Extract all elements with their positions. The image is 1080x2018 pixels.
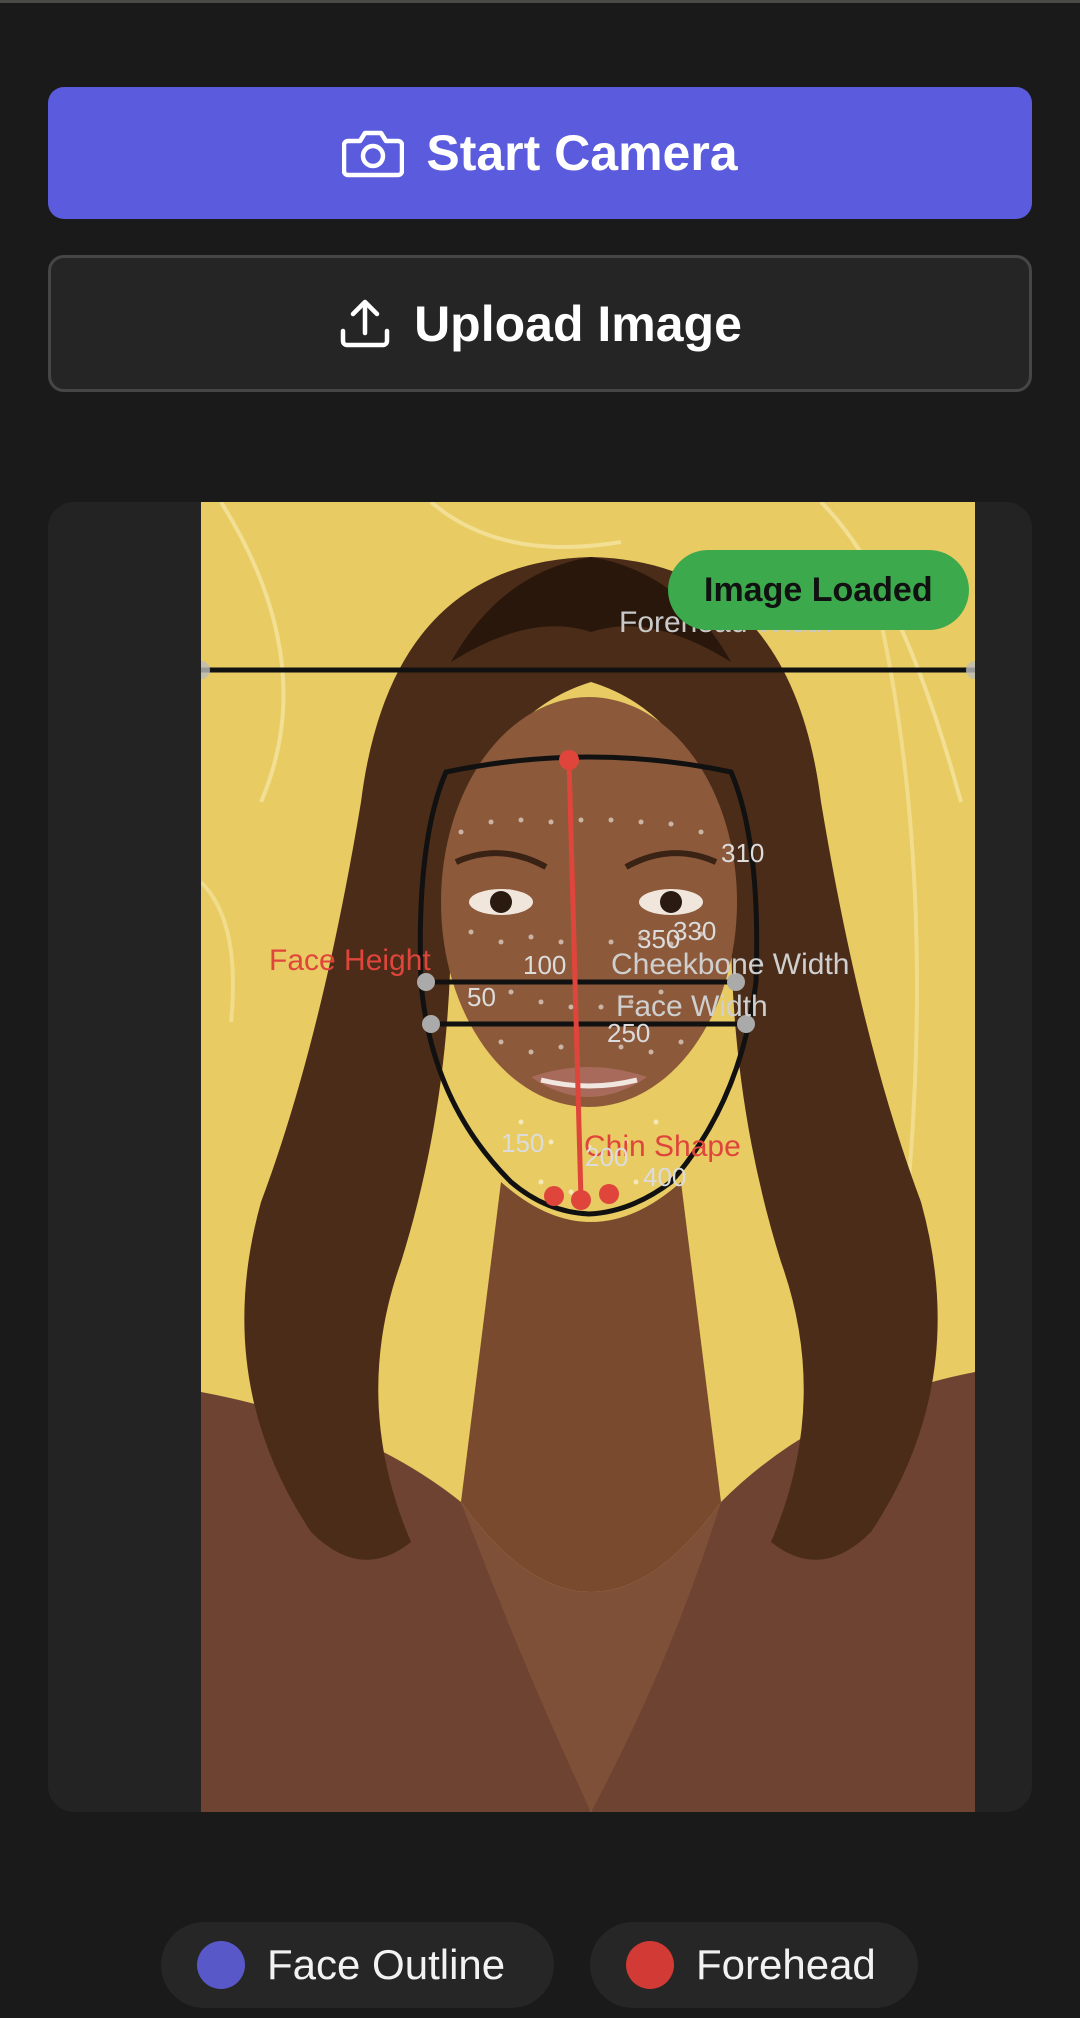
landmark-index-label: 100 [523, 950, 567, 980]
landmark-index-label: 250 [607, 1018, 651, 1048]
legend-item-forehead: Forehead [590, 1922, 918, 2008]
landmark-index-label: 150 [501, 1128, 545, 1158]
uploaded-face-image: Forehead Width Cheekbone Width Face Widt… [201, 502, 975, 1812]
landmark-index-label: 400 [643, 1162, 687, 1192]
image-loaded-badge: Image Loaded [668, 550, 969, 630]
upload-icon [338, 297, 392, 351]
start-camera-label: Start Camera [426, 125, 738, 181]
top-divider [0, 0, 1080, 3]
landmark-index-label: 330 [673, 916, 717, 946]
landmark-index-label: 50 [467, 982, 496, 1012]
face-outline-color-dot [197, 1941, 245, 1989]
image-preview-card: Forehead Width Cheekbone Width Face Widt… [48, 502, 1032, 1812]
legend-label: Forehead [696, 1941, 876, 1988]
legend-label: Face Outline [267, 1941, 506, 1988]
status-badge-text: Image Loaded [704, 570, 933, 609]
forehead-color-dot [626, 1941, 674, 1989]
start-camera-button[interactable]: Start Camera [48, 87, 1032, 219]
upload-image-label: Upload Image [414, 295, 742, 352]
landmark-index-label: 200 [585, 1142, 629, 1172]
landmark-index-label: 310 [721, 838, 765, 868]
camera-icon [342, 127, 405, 179]
upload-image-button[interactable]: Upload Image [48, 255, 1032, 392]
legend-item-face-outline: Face Outline [161, 1922, 554, 2008]
face-height-label: Face Height [269, 944, 431, 977]
legend: Face Outline Forehead [0, 1922, 1080, 2008]
